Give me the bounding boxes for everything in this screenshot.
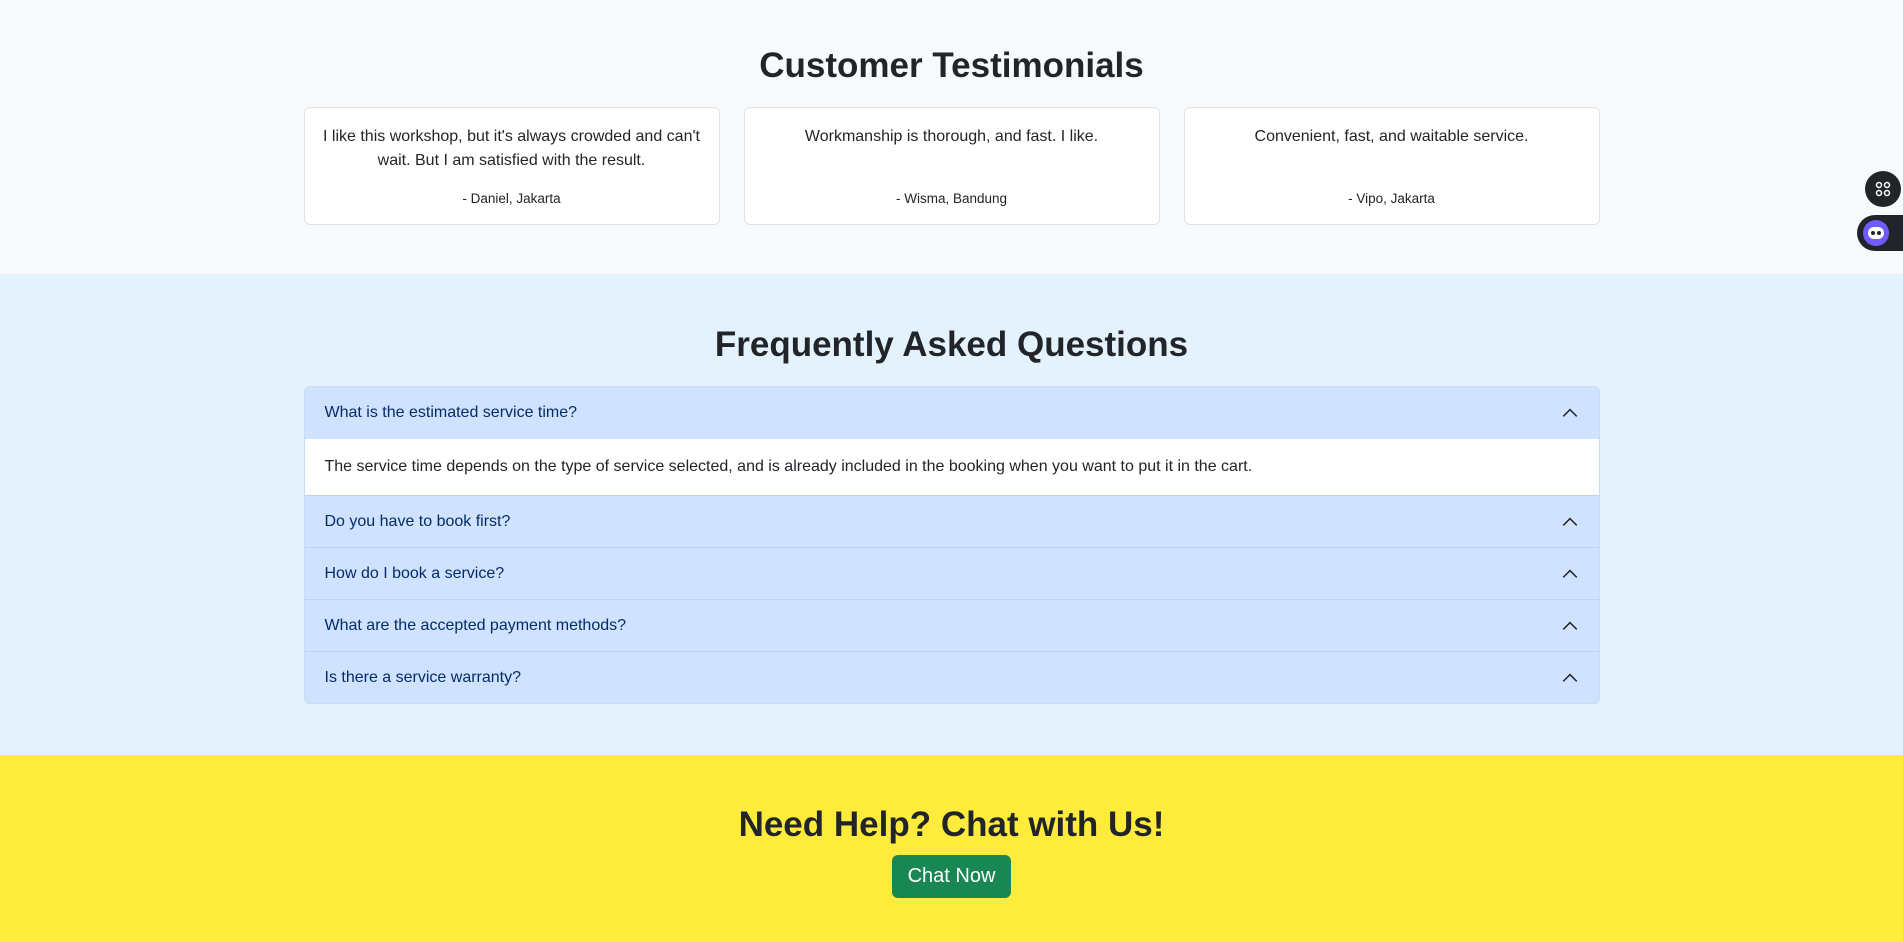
testimonial-author: - Vipo, Jakarta (1348, 191, 1435, 206)
faq-question-warranty[interactable]: Is there a service warranty? (304, 651, 1599, 703)
testimonial-quote: I like this workshop, but it's always cr… (323, 128, 700, 169)
faq-answer: The service time depends on the type of … (304, 439, 1599, 495)
faq-section: Frequently Asked Questions What is the e… (0, 274, 1903, 755)
chevron-up-icon (1562, 517, 1577, 526)
faq-question-payment-methods[interactable]: What are the accepted payment methods? (304, 599, 1599, 651)
chat-now-button[interactable]: Chat Now (891, 855, 1012, 898)
faq-question-service-time[interactable]: What is the estimated service time? (304, 387, 1599, 439)
testimonials-section: Customer Testimonials I like this worksh… (0, 0, 1903, 274)
testimonial-card: Convenient, fast, and waitable service. … (1183, 107, 1600, 225)
command-icon (1875, 181, 1891, 197)
chevron-up-icon (1562, 408, 1577, 417)
floating-command-button[interactable] (1865, 171, 1901, 207)
chevron-up-icon (1562, 621, 1577, 630)
faq-question-label: What are the accepted payment methods? (324, 616, 627, 634)
faq-question-label: What is the estimated service time? (324, 404, 578, 421)
testimonial-quote: Workmanship is thorough, and fast. I lik… (804, 128, 1099, 145)
faq-title: Frequently Asked Questions (714, 325, 1189, 364)
testimonial-card: Workmanship is thorough, and fast. I lik… (743, 107, 1160, 225)
faq-question-book-first[interactable]: Do you have to book first? (304, 495, 1599, 547)
faq-question-label: How do I book a service? (324, 564, 505, 582)
faq-accordion: What is the estimated service time? The … (303, 386, 1600, 704)
chevron-up-icon (1562, 673, 1577, 682)
testimonial-author: - Wisma, Bandung (895, 191, 1008, 206)
testimonial-card: I like this workshop, but it's always cr… (303, 107, 720, 225)
chevron-up-icon (1562, 569, 1577, 578)
testimonials-title: Customer Testimonials (759, 46, 1144, 85)
robot-icon (1863, 220, 1889, 246)
faq-question-label: Do you have to book first? (324, 512, 511, 530)
help-section: Need Help? Chat with Us! Chat Now (0, 755, 1903, 942)
testimonial-author: - Daniel, Jakarta (462, 191, 561, 206)
floating-assistant-button[interactable] (1857, 215, 1903, 251)
faq-question-how-to-book[interactable]: How do I book a service? (304, 547, 1599, 599)
faq-question-label: Is there a service warranty? (324, 668, 522, 686)
testimonial-quote: Convenient, fast, and waitable service. (1254, 128, 1529, 145)
help-title: Need Help? Chat with Us! (738, 805, 1165, 844)
testimonial-cards: I like this workshop, but it's always cr… (303, 107, 1600, 225)
